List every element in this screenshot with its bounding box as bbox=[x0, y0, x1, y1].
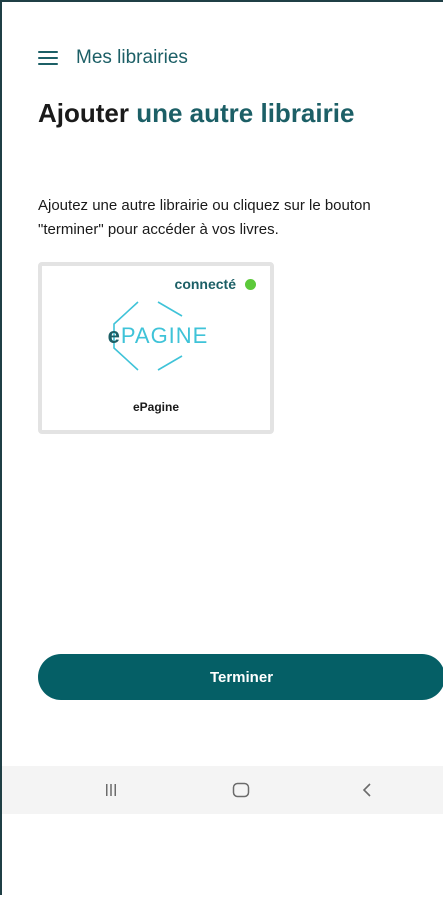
home-button[interactable] bbox=[206, 766, 276, 814]
connection-status: connecté bbox=[175, 276, 256, 292]
hamburger-menu-icon[interactable] bbox=[38, 51, 58, 65]
page-title: Ajouter une autre librairie bbox=[38, 98, 354, 129]
logo-prefix: e bbox=[107, 323, 121, 348]
page-title-accent: une autre librairie bbox=[136, 98, 355, 128]
bottom-spacer bbox=[0, 895, 443, 911]
back-button[interactable] bbox=[332, 766, 402, 814]
finish-button[interactable]: Terminer bbox=[38, 654, 443, 700]
home-icon bbox=[232, 782, 250, 798]
page-title-prefix: Ajouter bbox=[38, 98, 137, 128]
back-icon bbox=[362, 783, 371, 797]
status-indicator-dot bbox=[245, 278, 256, 290]
logo-wordmark: ePAGINE bbox=[100, 300, 216, 372]
library-name: ePagine bbox=[132, 400, 180, 414]
app-bar-title: Mes librairies bbox=[76, 47, 188, 68]
recents-icon bbox=[106, 784, 116, 796]
system-navigation-bar bbox=[2, 766, 443, 814]
epagine-logo: ePAGINE bbox=[100, 300, 216, 372]
library-card-epagine[interactable]: connecté ePAGINE ePagine bbox=[38, 262, 274, 434]
status-label: connecté bbox=[174, 276, 236, 292]
logo-main: PAGINE bbox=[120, 323, 209, 348]
recents-button[interactable] bbox=[76, 766, 146, 814]
top-app-bar[interactable]: Mes librairies bbox=[38, 44, 188, 72]
intro-text: Ajoutez une autre librairie ou cliquez s… bbox=[38, 197, 371, 238]
